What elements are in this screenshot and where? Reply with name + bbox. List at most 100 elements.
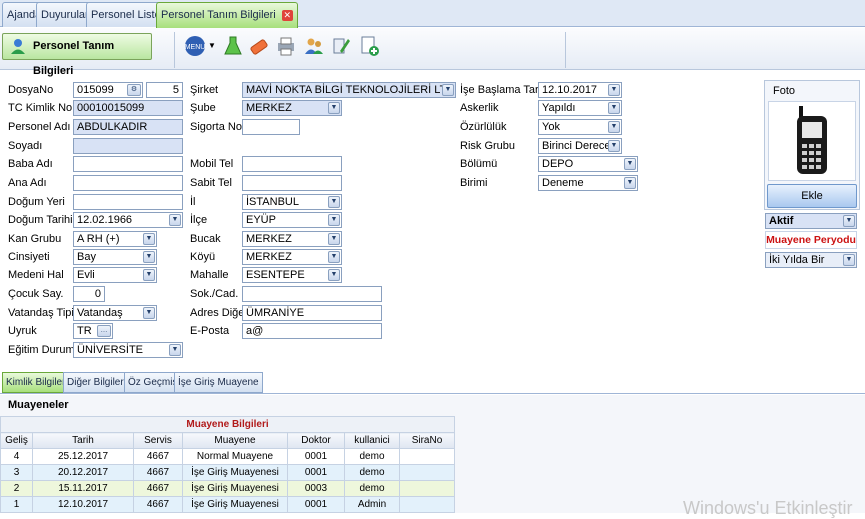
uyruk-field[interactable]: TR…: [73, 323, 113, 339]
cinsiyeti-select[interactable]: Bay ▼: [73, 249, 157, 265]
egitim-durumu-select[interactable]: ÜNİVERSİTE ▼: [73, 342, 183, 358]
askerlik-select[interactable]: Yapıldı ▼: [538, 100, 622, 116]
personel-adi-field[interactable]: ABDULKADIR: [73, 119, 183, 135]
ilce-select[interactable]: EYÜP ▼: [242, 212, 342, 228]
bolumu-select[interactable]: DEPO ▼: [538, 156, 638, 172]
tab-ise-giris-muayene[interactable]: İşe Giriş Muayene: [174, 372, 263, 393]
chevron-down-icon[interactable]: ▼: [442, 84, 454, 96]
chevron-down-icon[interactable]: ▼: [624, 177, 636, 189]
tab-oz-gecmis[interactable]: Öz Geçmiş: [124, 372, 182, 393]
column-header[interactable]: kullanici: [344, 432, 400, 449]
chevron-down-icon[interactable]: ▼: [624, 158, 636, 170]
chevron-down-icon[interactable]: ▼: [328, 214, 340, 226]
birimi-select[interactable]: Deneme ▼: [538, 175, 638, 191]
chevron-down-icon[interactable]: ▼: [608, 121, 620, 133]
label-bucak: Bucak: [190, 233, 221, 245]
table-cell: demo: [344, 464, 400, 481]
ana-adi-field[interactable]: [73, 175, 183, 191]
dogum-tarihi-field[interactable]: 12.02.1966 ▼: [73, 212, 183, 228]
label-kan-grubu: Kan Grubu: [8, 233, 62, 245]
column-header[interactable]: Tarih: [32, 432, 134, 449]
label-sube: Şube: [190, 102, 216, 114]
chevron-down-icon[interactable]: ▼: [843, 215, 855, 227]
table-row[interactable]: 3 20.12.2017 4667 İşe Giriş Muayenesi 00…: [0, 464, 455, 481]
e-posta-field[interactable]: a@: [242, 323, 382, 339]
eraser-icon[interactable]: [248, 35, 270, 57]
il-select[interactable]: İSTANBUL ▼: [242, 194, 342, 210]
birimi-value: Deneme: [542, 177, 584, 189]
period-select[interactable]: İki Yılda Bir ▼: [765, 252, 857, 268]
tc-kimlik-field[interactable]: 00010015099: [73, 100, 183, 116]
baba-adi-field[interactable]: [73, 156, 183, 172]
lookup-icon[interactable]: ⚙: [127, 84, 141, 96]
table-cell: 20.12.2017: [32, 464, 134, 481]
dosyano-value: 015099: [77, 84, 114, 96]
column-header[interactable]: Servis: [133, 432, 183, 449]
menu-icon[interactable]: MENU: [184, 35, 206, 57]
chevron-down-icon[interactable]: ▼: [608, 84, 620, 96]
table-cell: 12.10.2017: [32, 496, 134, 513]
edit-icon[interactable]: [330, 35, 352, 57]
cocuk-say-field[interactable]: 0: [73, 286, 105, 302]
mahalle-select[interactable]: ESENTEPE ▼: [242, 267, 342, 283]
chevron-down-icon[interactable]: ▼: [328, 196, 340, 208]
tab-kimlik-bilgileri[interactable]: Kimlik Bilgileri: [2, 372, 72, 393]
chevron-down-icon[interactable]: ▼: [143, 269, 155, 281]
koyu-select[interactable]: MERKEZ ▼: [242, 249, 342, 265]
bucak-select[interactable]: MERKEZ ▼: [242, 231, 342, 247]
adres-diger-field[interactable]: ÜMRANİYE: [242, 305, 382, 321]
chevron-down-icon[interactable]: ▼: [169, 214, 181, 226]
sabit-tel-field[interactable]: [242, 175, 342, 191]
mobil-tel-field[interactable]: [242, 156, 342, 172]
medeni-hal-select[interactable]: Evli ▼: [73, 267, 157, 283]
table-row[interactable]: 1 12.10.2017 4667 İşe Giriş Muayenesi 00…: [0, 496, 455, 513]
sube-select[interactable]: MERKEZ ▼: [242, 100, 342, 116]
dosyano-field[interactable]: 015099 ⚙: [73, 82, 143, 98]
table-row[interactable]: 4 25.12.2017 4667 Normal Muayene 0001 de…: [0, 448, 455, 465]
sok-cad-field[interactable]: [242, 286, 382, 302]
risk-grubu-select[interactable]: Birinci Derece ▼: [538, 138, 622, 154]
chevron-down-icon[interactable]: ▼: [843, 254, 855, 266]
sirket-select[interactable]: MAVİ NOKTA BİLGİ TEKNOLOJİLERİ LTD.ŞTİ. ▼: [242, 82, 456, 98]
chevron-down-icon[interactable]: ▼: [328, 233, 340, 245]
medeni-hal-value: Evli: [77, 269, 95, 281]
ekle-button[interactable]: Ekle: [767, 184, 857, 208]
chevron-down-icon[interactable]: ▼: [143, 251, 155, 263]
column-header[interactable]: Doktor: [287, 432, 345, 449]
table-row[interactable]: 2 15.11.2017 4667 İşe Giriş Muayenesi 00…: [0, 480, 455, 497]
chevron-down-icon[interactable]: ▼: [328, 269, 340, 281]
close-icon[interactable]: ✕: [281, 9, 293, 21]
vatandas-tipi-select[interactable]: Vatandaş ▼: [73, 305, 157, 321]
status-select[interactable]: Aktif ▼: [765, 213, 857, 229]
ise-baslama-tarihi-field[interactable]: 12.10.2017 ▼: [538, 82, 622, 98]
sigorta-no-field[interactable]: [242, 119, 300, 135]
users-icon[interactable]: [303, 35, 325, 57]
chevron-down-icon[interactable]: ▼: [208, 41, 216, 50]
kan-grubu-select[interactable]: A RH (+) ▼: [73, 231, 157, 247]
ellipsis-icon[interactable]: …: [97, 325, 111, 337]
column-header[interactable]: Muayene: [182, 432, 288, 449]
chevron-down-icon[interactable]: ▼: [328, 251, 340, 263]
dogum-yeri-field[interactable]: [73, 194, 183, 210]
chevron-down-icon[interactable]: ▼: [608, 102, 620, 114]
table-cell: [399, 496, 455, 513]
tab-personel-tanim-bilgileri[interactable]: Personel Tanım Bilgileri ✕: [156, 2, 298, 28]
chevron-down-icon[interactable]: ▼: [608, 140, 620, 152]
column-header[interactable]: SiraNo: [399, 432, 455, 449]
chevron-down-icon[interactable]: ▼: [328, 102, 340, 114]
tab-diger-bilgileri[interactable]: Diğer Bilgileri: [63, 372, 130, 393]
new-document-icon[interactable]: [358, 35, 380, 57]
soyadi-field[interactable]: [73, 138, 183, 154]
table-cell: 0003: [287, 480, 345, 497]
activation-watermark: Windows'u Etkinleştir: [683, 498, 853, 518]
table-cell: 4667: [133, 448, 183, 465]
column-header[interactable]: Geliş: [0, 432, 33, 449]
chevron-down-icon[interactable]: ▼: [169, 344, 181, 356]
label-bolumu: Bölümü: [460, 158, 498, 170]
flask-icon[interactable]: [222, 35, 244, 57]
chevron-down-icon[interactable]: ▼: [143, 233, 155, 245]
ozurluluk-select[interactable]: Yok ▼: [538, 119, 622, 135]
chevron-down-icon[interactable]: ▼: [143, 307, 155, 319]
printer-icon[interactable]: [275, 35, 297, 57]
dosyano-seq-field[interactable]: 5: [146, 82, 183, 98]
